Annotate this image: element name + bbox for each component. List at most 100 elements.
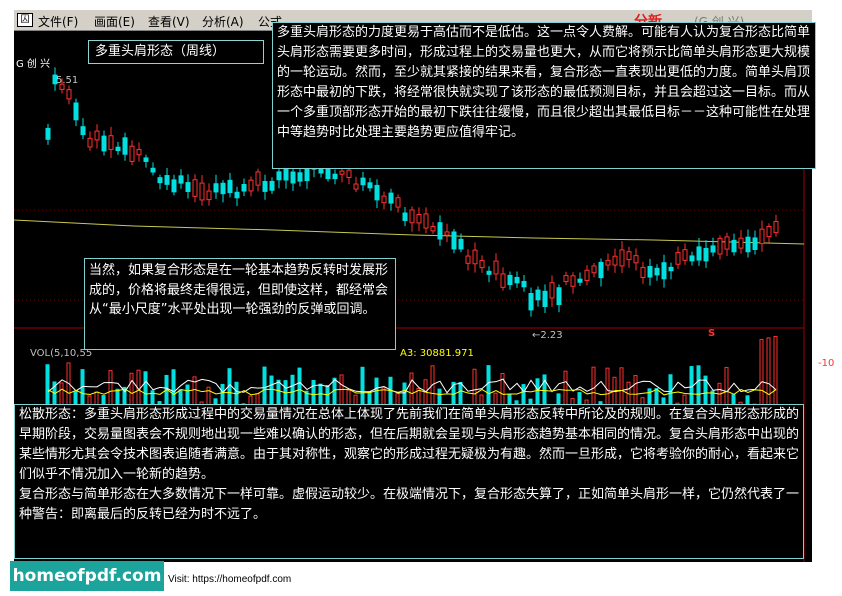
candle-body (738, 237, 744, 249)
candle-body (199, 182, 205, 201)
candle-body (129, 145, 135, 162)
candle-body (612, 255, 618, 266)
candle-body (108, 135, 114, 150)
volume-bar (759, 338, 764, 414)
candle-body (437, 222, 443, 240)
volume-bar (766, 337, 771, 414)
candle-body (444, 231, 450, 236)
bottom-annotation-para-1: 松散形态：多重头肩形态形成过程中的交易量情况在总体上体现了先前我们在简单头肩形态… (19, 407, 800, 482)
candle-body (661, 262, 667, 280)
candle-body (451, 231, 457, 250)
menu-file[interactable]: 文件(F) (38, 13, 78, 30)
candle-body (227, 179, 233, 194)
candle-body (675, 252, 681, 265)
candle-body (528, 293, 534, 311)
candle-body (66, 89, 72, 100)
candle-body (192, 179, 198, 197)
candle-body (745, 236, 751, 253)
bottom-annotation-para-2: 复合形态与简单形态在大多数情况下一样可靠。虚假运动较少。在极端情况下，复合形态失… (19, 487, 800, 522)
bottom-annotation-box: 松散形态：多重头肩形态形成过程中的交易量情况在总体上体现了先前我们在简单头肩形态… (14, 404, 804, 559)
top-annotation-text: 多重头肩形态的力度更易于高估而不是低估。这一点令人费解。可能有人认为复合形态比简… (277, 25, 811, 140)
candle-body (402, 212, 408, 221)
candle-body (213, 183, 219, 193)
volume-ma3-label: A3: 30881.971 (400, 348, 474, 359)
candle-body (409, 209, 415, 224)
s-marker: S (708, 328, 716, 339)
menu-view[interactable]: 查看(V) (148, 13, 190, 30)
candle-body (577, 278, 583, 283)
candle-body (332, 173, 338, 180)
candle-body (521, 280, 527, 288)
candle-body (346, 169, 352, 178)
candle-body (185, 182, 191, 193)
menu-analysis[interactable]: 分析(A) (202, 13, 244, 30)
middle-annotation-text: 当然，如果复合形态是在一轮基本趋势反转时发展形成的，价格将最终走得很远，但即使这… (89, 263, 389, 317)
site-visit-text[interactable]: Visit: https://homeofpdf.com (168, 574, 291, 585)
candle-body (234, 191, 240, 199)
candle-body (136, 149, 142, 156)
pattern-title-box: 多重头肩形态（周线） (88, 40, 264, 64)
long-ma-line (14, 219, 805, 245)
candle-body (101, 135, 107, 152)
candle-body (493, 260, 499, 275)
menu-view-screen[interactable]: 画面(E) (94, 13, 135, 30)
candle-body (381, 195, 387, 204)
candle-body (549, 282, 555, 299)
candle-body (668, 266, 674, 272)
candle-body (458, 238, 464, 250)
candle-body (563, 275, 569, 283)
candle-body (423, 213, 429, 229)
candle-body (206, 190, 212, 201)
candle-body (759, 228, 765, 245)
candle-body (689, 255, 695, 262)
candle-body (80, 126, 86, 136)
candle-body (290, 171, 296, 184)
middle-annotation-box: 当然，如果复合形态是在一轮基本趋势反转时发展形成的，价格将最终走得很远，但即使这… (84, 258, 396, 350)
candle-body (640, 266, 646, 278)
candle-body (262, 181, 268, 192)
candle-body (353, 183, 359, 190)
candle-body (584, 269, 590, 281)
candle-body (605, 259, 611, 266)
volume-indicator-label: VOL(5,10,55 (30, 348, 93, 359)
candle-body (570, 275, 576, 287)
candle-body (703, 247, 709, 262)
candle-body (633, 255, 639, 264)
stock-name: G 创 兴 (16, 59, 51, 70)
site-logo[interactable]: homeofpdf.com (10, 561, 164, 591)
candle-body (731, 239, 737, 253)
candle-body (472, 249, 478, 265)
candle-body (157, 177, 163, 184)
high-price-label: 5.51 (56, 75, 79, 86)
candle-body (388, 192, 394, 204)
candle-body (87, 137, 93, 148)
system-menu-icon[interactable]: 囚 (17, 13, 33, 27)
candle-body (339, 170, 345, 175)
candle-body (647, 266, 653, 278)
candle-body (535, 289, 541, 301)
candle-body (773, 221, 779, 234)
candle-body (724, 236, 730, 250)
volume-bar (773, 335, 778, 414)
candle-body (178, 175, 184, 184)
low-price-label: ←2.23 (532, 330, 563, 341)
candle-body (752, 237, 758, 250)
candle-body (73, 102, 79, 121)
pattern-title: 多重头肩形态（周线） (95, 44, 226, 59)
candle-body (45, 127, 51, 140)
candle-body (619, 249, 625, 267)
candle-body (500, 273, 506, 288)
candle-body (367, 182, 373, 189)
candle-body (171, 179, 177, 193)
candle-body (556, 287, 562, 306)
candle-body (360, 177, 366, 186)
candle-body (276, 171, 282, 181)
candle-body (465, 255, 471, 264)
candle-body (269, 180, 275, 191)
candle-body (241, 184, 247, 192)
candle-body (164, 175, 170, 185)
candle-body (255, 171, 261, 186)
candle-body (710, 245, 716, 253)
candle-body (486, 270, 492, 275)
candle-body (626, 251, 632, 261)
